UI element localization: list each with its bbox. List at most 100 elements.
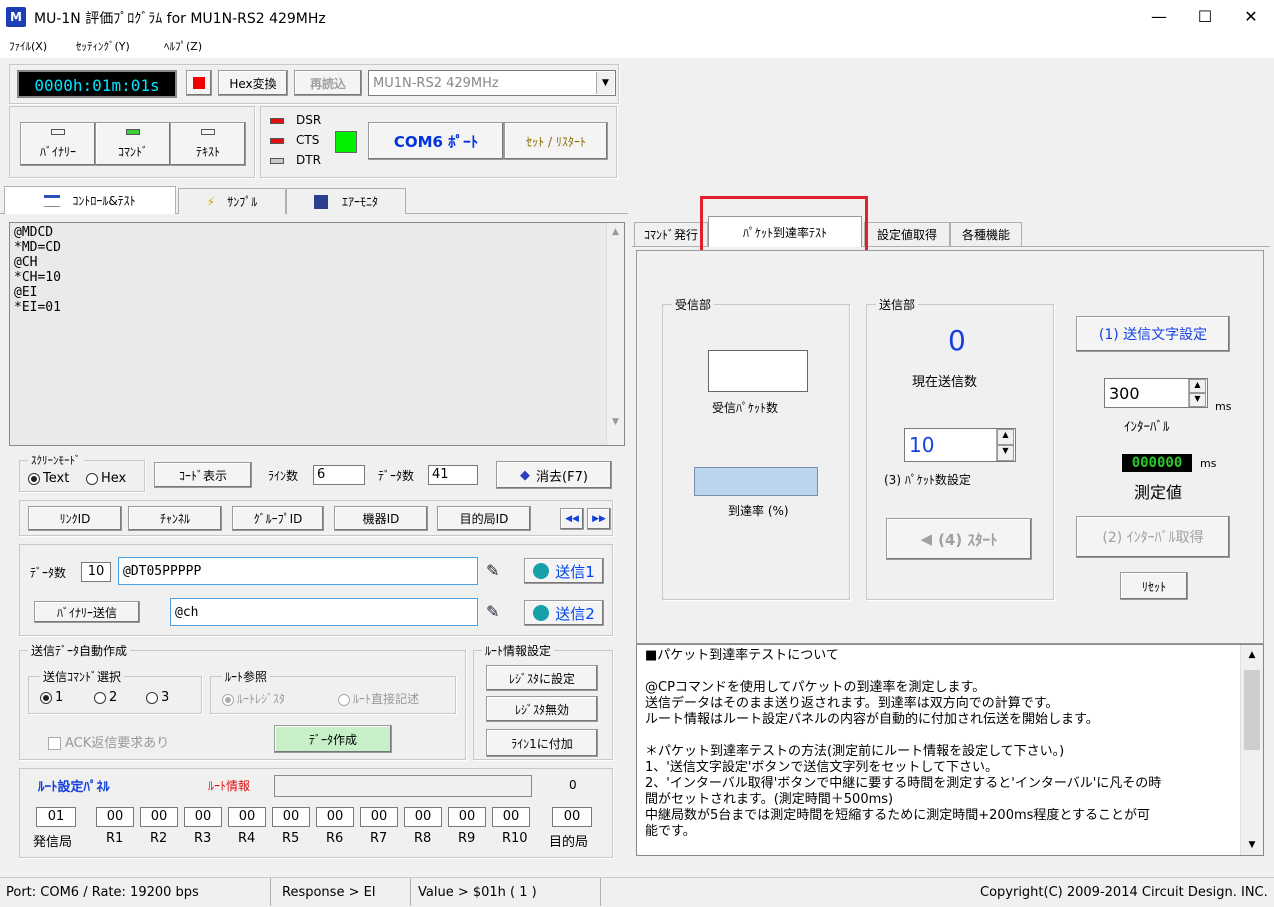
screen-mode-hex-radio[interactable]: Hex [86,471,126,486]
link-id-button[interactable]: ﾘﾝｸID [28,506,122,531]
group-id-button[interactable]: ｸﾞﾙｰﾌﾟID [232,506,324,531]
menu-file[interactable]: ﾌｧｲﾙ(X) [9,38,47,54]
route-cell-value[interactable]: 00 [140,807,178,827]
reset-button[interactable]: ﾘｾｯﾄ [1120,572,1188,600]
radio-icon [146,691,158,704]
radio-icon [222,693,234,706]
set-register-button[interactable]: ﾚｼﾞｽﾀに設定 [486,665,598,691]
mode-text-button[interactable]: ﾃｷｽﾄ [170,122,246,166]
help-line: @CPコマンドを使用してパケットの到達率を測定します。 [645,680,986,695]
menu-setting[interactable]: ｾｯﾃｨﾝｸﾞ(Y) [76,38,130,54]
receiver-title: 受信部 [672,296,715,313]
route-cell-value[interactable]: 01 [36,807,76,827]
command-option-2-label: 2 [109,690,118,705]
tab-air-monitor[interactable]: ｴｱｰﾓﾆﾀ [286,188,406,214]
route-cell-value[interactable]: 00 [272,807,310,827]
route-cell-value[interactable]: 00 [404,807,442,827]
start-button[interactable]: ◀ (4) ｽﾀｰﾄ [886,518,1032,560]
eraser-icon[interactable]: ✎ [486,602,499,621]
checkbox-icon [48,737,61,750]
command-option-1[interactable]: 1 [40,690,63,705]
route-panel-title: ﾙｰﾄ設定ﾊﾟﾈﾙ [38,780,110,795]
command1-input[interactable]: @DT05PPPPP [118,557,478,585]
route-cell-value[interactable]: 00 [448,807,486,827]
reread-button[interactable]: 再読込 [294,70,362,96]
command-option-3[interactable]: 3 [146,690,169,705]
help-line: ■パケット到達率テストについて [645,648,839,663]
menu-help[interactable]: ﾍﾙﾌﾟ(Z) [164,38,202,54]
measured-value-display: 000000 [1122,454,1192,472]
clear-button[interactable]: ◆ 消去(F7) [496,461,612,489]
route-cell-value[interactable]: 00 [228,807,266,827]
model-select[interactable]: MU1N-RS2 429MHz [368,70,616,96]
close-button[interactable]: ✕ [1228,0,1274,34]
stop-button[interactable] [186,70,212,96]
make-data-button[interactable]: ﾃﾞｰﾀ作成 [274,725,392,753]
screen-mode-text-radio[interactable]: Text [28,471,69,486]
minimize-button[interactable]: — [1136,0,1182,34]
scroll-down-icon[interactable]: ▼ [607,417,624,427]
tab-control-test[interactable]: ｺﾝﾄﾛｰﾙ&ﾃｽﾄ [4,186,176,214]
destination-id-button[interactable]: 目的局ID [437,506,531,531]
route-cell-value[interactable]: 00 [184,807,222,827]
tab-command-issue[interactable]: ｺﾏﾝﾄﾞ発行 [634,222,708,246]
disable-register-button[interactable]: ﾚｼﾞｽﾀ無効 [486,696,598,722]
channel-button[interactable]: ﾁｬﾝﾈﾙ [128,506,222,531]
route-cell-value[interactable]: 00 [316,807,354,827]
dtr-led-icon [270,158,284,164]
packet-count-label: (3) ﾊﾟｹｯﾄ数設定 [884,473,971,487]
app-icon: M [6,7,26,27]
add-line1-button[interactable]: ﾗｲﾝ1に付加 [486,729,598,757]
tab-settings-get[interactable]: 設定値取得 [864,222,950,246]
help-line: 間がセットされます。(測定時間＋500ms) [645,792,894,807]
terminal-output[interactable]: @MDCD *MD=CD @CH *CH=10 @EI *EI=01 [9,222,625,446]
mode-command-button[interactable]: ｺﾏﾝﾄﾞ [95,122,171,166]
com-port-button[interactable]: COM6 ﾎﾟｰﾄ [368,122,504,160]
help-line: 能です。 [645,824,696,839]
mode-binary-button[interactable]: ﾊﾞｲﾅﾘｰ [20,122,96,166]
binary-send-button[interactable]: ﾊﾞｲﾅﾘｰ送信 [34,601,140,623]
route-cell-value[interactable]: 00 [96,807,134,827]
tab-various-functions[interactable]: 各種機能 [950,222,1022,246]
dtr-label: DTR [296,153,321,167]
scroll-thumb[interactable] [1244,670,1260,750]
chevron-down-icon[interactable]: ▼ [596,72,614,94]
scroll-up-icon[interactable]: ▲ [1241,650,1263,660]
interval-spinner[interactable]: ▲ ▼ [1188,379,1206,407]
packet-count-spinner[interactable]: ▲ ▼ [996,429,1014,461]
next-icon[interactable]: ▶▶ [587,508,611,530]
send2-button[interactable]: 送信2 [524,600,604,626]
command2-input[interactable]: @ch [170,598,478,626]
send1-button[interactable]: 送信1 [524,558,604,584]
spin-up-icon[interactable]: ▲ [997,429,1014,445]
spin-up-icon[interactable]: ▲ [1189,379,1206,393]
route-register-radio[interactable]: ﾙｰﾄﾚｼﾞｽﾀ [222,690,285,707]
route-cell-value[interactable]: 00 [492,807,530,827]
route-cell-value[interactable]: 00 [360,807,398,827]
help-line [645,664,1255,680]
set-restart-button[interactable]: ｾｯﾄ / ﾘｽﾀｰﾄ [504,122,608,160]
scroll-down-icon[interactable]: ▼ [1241,840,1263,850]
command-option-2[interactable]: 2 [94,690,117,705]
code-display-button[interactable]: ｺｰﾄﾞ表示 [154,462,252,488]
help-line [645,728,1255,744]
terminal-scrollbar[interactable]: ▲ ▼ [606,223,624,445]
ack-checkbox[interactable]: ACK返信要求あり [48,732,169,751]
hex-convert-button[interactable]: Hex変換 [218,70,288,96]
spin-down-icon[interactable]: ▼ [1189,393,1206,407]
help-scrollbar[interactable]: ▲ ▼ [1240,645,1263,855]
maximize-button[interactable]: ☐ [1182,0,1228,34]
send-text-set-button[interactable]: (1) 送信文字設定 [1076,316,1230,352]
scroll-up-icon[interactable]: ▲ [607,227,624,237]
device-id-button[interactable]: 機器ID [334,506,428,531]
tab-sample[interactable]: ⚡ ｻﾝﾌﾟﾙ [178,188,286,214]
help-text-area[interactable]: ■パケット到達率テストについて @CPコマンドを使用してパケットの到達率を測定し… [636,644,1264,856]
eraser-icon[interactable]: ✎ [486,561,499,580]
spin-down-icon[interactable]: ▼ [997,445,1014,461]
tab-air-monitor-label: ｴｱｰﾓﾆﾀ [341,195,378,209]
route-cell-value[interactable]: 00 [552,807,592,827]
prev-icon[interactable]: ◀◀ [560,508,584,530]
data-count-value: 41 [428,465,478,485]
get-interval-button[interactable]: (2) ｲﾝﾀｰﾊﾞﾙ取得 [1076,516,1230,558]
route-direct-radio[interactable]: ﾙｰﾄ直接記述 [338,690,419,707]
